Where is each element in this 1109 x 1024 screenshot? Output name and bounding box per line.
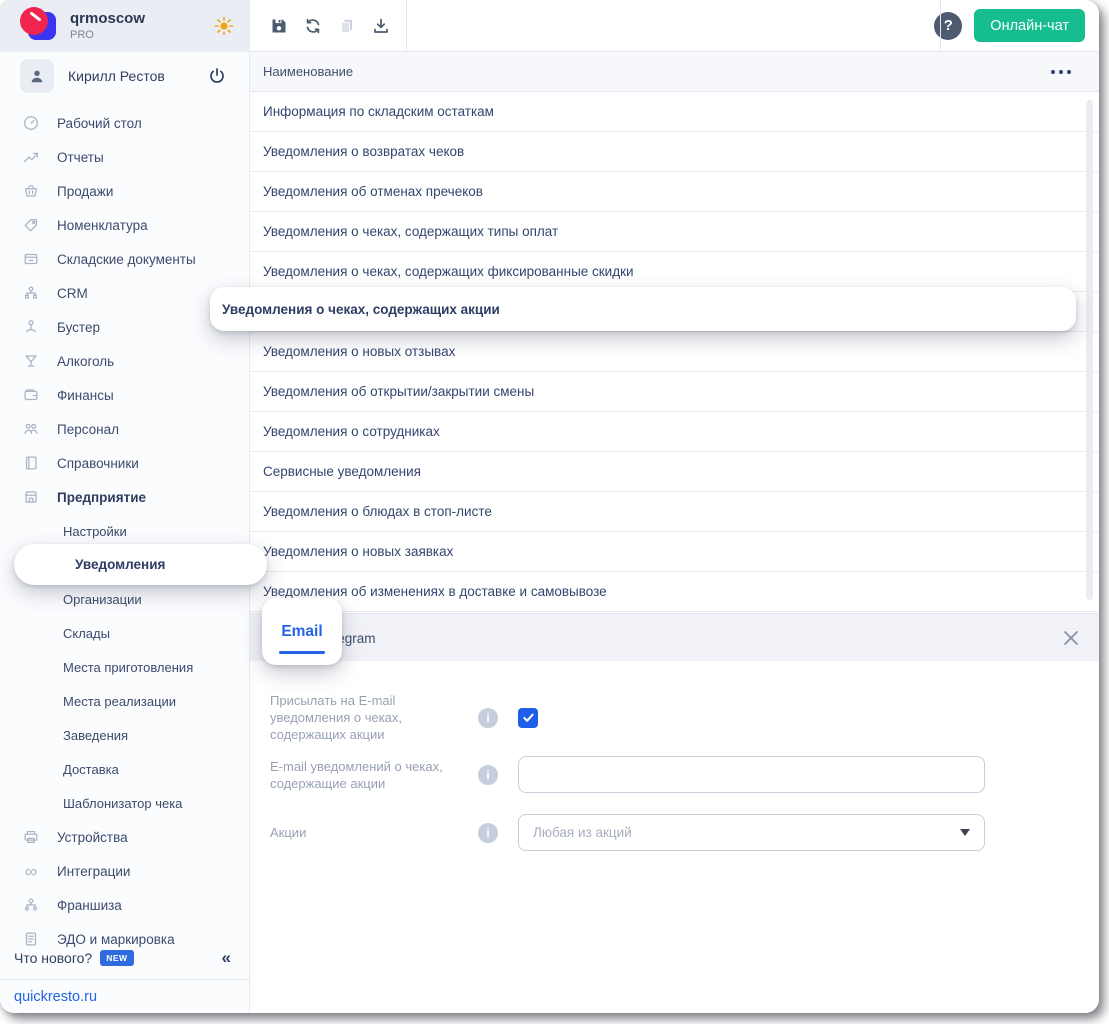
table-row[interactable]: Информация по складским остаткам <box>250 92 1099 132</box>
field-label: E-mail уведомлений о чеках, содержащие а… <box>270 758 443 791</box>
column-header-name: Наименование <box>263 64 354 79</box>
sidebar-menu: Рабочий стол Отчеты Продажи Номенклатура… <box>0 100 249 956</box>
notification-panel-tabs: Telegram <box>250 613 1099 661</box>
dropdown-caret-icon <box>960 829 970 836</box>
table-row[interactable]: Уведомления о новых заявках <box>250 532 1099 572</box>
info-icon[interactable]: i <box>478 707 498 728</box>
table-row[interactable]: Уведомления о новых отзывах <box>250 332 1099 372</box>
sidebar-item-franchise[interactable]: Франшиза <box>0 888 249 922</box>
form-row-email: E-mail уведомлений о чеках, содержащие а… <box>270 756 985 793</box>
sidebar-item-enterprise[interactable]: Предприятие <box>0 480 249 514</box>
sidebar-subitem-delivery[interactable]: Доставка <box>0 752 249 786</box>
sidebar-item-devices[interactable]: Устройства <box>0 820 249 854</box>
table-row[interactable]: Уведомления об отменах пречеков <box>250 172 1099 212</box>
brand-name: qrmoscow <box>70 10 146 28</box>
sidebar-item-integrations[interactable]: ∞ Интеграции <box>0 854 249 888</box>
sidebar: qrmoscow PRO Кирилл Рестов Рабочий стол … <box>0 0 250 1013</box>
martini-glass-icon <box>25 355 37 367</box>
tab-email-active[interactable]: Email <box>262 598 342 665</box>
notification-panel-body: Присылать на E-mail уведомления о чеках,… <box>250 661 1099 1013</box>
table-row[interactable]: Уведомления о возвратах чеков <box>250 132 1099 172</box>
sidebar-subitem-organizations[interactable]: Организации <box>0 582 249 616</box>
form-row-send-email: Присылать на E-mail уведомления о чеках,… <box>270 692 538 743</box>
sidebar-subitem-prep-places[interactable]: Места приготовления <box>0 650 249 684</box>
infinity-icon: ∞ <box>24 861 38 881</box>
org-chart-icon <box>24 286 38 299</box>
franchise-network-icon <box>24 898 38 911</box>
sidebar-subitem-notifications-active[interactable]: Уведомления <box>14 544 267 585</box>
download-button[interactable] <box>364 9 398 43</box>
app-logo <box>20 7 60 45</box>
sidebar-subitem-settings[interactable]: Настройки <box>0 514 249 548</box>
sidebar-item-finance[interactable]: Финансы <box>0 378 249 412</box>
table-row[interactable]: Уведомления о чеках, содержащих фиксиров… <box>250 252 1099 292</box>
table-menu-dots-icon[interactable] <box>1051 69 1071 74</box>
table-row[interactable]: Уведомления о чеках, содержащих типы опл… <box>250 212 1099 252</box>
wallet-icon <box>24 389 38 401</box>
help-button[interactable]: ? <box>934 11 963 40</box>
sidebar-subitem-venues[interactable]: Заведения <box>0 718 249 752</box>
info-icon[interactable]: i <box>478 764 498 785</box>
field-label: Присылать на E-mail уведомления о чеках,… <box>270 693 403 742</box>
app-window: qrmoscow PRO Кирилл Рестов Рабочий стол … <box>0 0 1099 1013</box>
table-row[interactable]: Уведомления об открытии/закрытии смены <box>250 372 1099 412</box>
brand-plan: PRO <box>70 28 94 41</box>
sidebar-header: qrmoscow PRO <box>0 0 249 52</box>
close-panel-icon[interactable] <box>1061 628 1081 648</box>
sidebar-item-sales[interactable]: Продажи <box>0 174 249 208</box>
main-area: ? Онлайн-чат Наименование Информация по … <box>250 0 1099 1013</box>
sidebar-item-nomenclature[interactable]: Номенклатура <box>0 208 249 242</box>
sidebar-subitem-receipt-template[interactable]: Шаблонизатор чека <box>0 786 249 820</box>
whats-new-link[interactable]: Что нового? <box>14 950 92 966</box>
sidebar-subitem-sale-places[interactable]: Места реализации <box>0 684 249 718</box>
table-row[interactable]: Уведомления о сотрудниках <box>250 412 1099 452</box>
table-row[interactable]: Уведомления об изменениях в доставке и с… <box>250 572 1099 612</box>
send-email-checkbox[interactable] <box>518 707 538 728</box>
table-row[interactable]: Сервисные уведомления <box>250 452 1099 492</box>
logout-power-icon[interactable] <box>207 66 227 86</box>
toolbar: ? Онлайн-чат <box>250 0 1099 52</box>
quickresto-link[interactable]: quickresto.ru <box>14 989 97 1005</box>
table-header: Наименование <box>250 52 1099 92</box>
select-placeholder: Любая из акций <box>533 825 632 840</box>
user-row: Кирилл Рестов <box>0 52 249 100</box>
email-input[interactable] <box>518 756 985 793</box>
sidebar-item-alcohol[interactable]: Алкоголь <box>0 344 249 378</box>
chart-icon <box>24 152 38 163</box>
people-icon <box>24 423 38 435</box>
basket-icon <box>24 184 38 197</box>
sidebar-item-dashboard[interactable]: Рабочий стол <box>0 106 249 140</box>
info-icon[interactable]: i <box>478 822 498 843</box>
printer-icon <box>24 830 38 844</box>
dashboard-icon <box>24 116 38 130</box>
refresh-button[interactable] <box>296 9 330 43</box>
book-icon <box>25 456 37 470</box>
online-chat-button[interactable]: Онлайн-чат <box>974 9 1085 42</box>
new-badge: NEW <box>100 950 134 966</box>
user-avatar-icon <box>20 59 54 93</box>
box-icon <box>24 253 38 265</box>
save-button[interactable] <box>262 9 296 43</box>
table-rows: Информация по складским остаткам Уведомл… <box>250 92 1099 612</box>
sidebar-subitem-warehouses[interactable]: Склады <box>0 616 249 650</box>
sidebar-item-warehouse-docs[interactable]: Складские документы <box>0 242 249 276</box>
theme-sun-icon[interactable] <box>213 15 235 37</box>
table-row[interactable]: Уведомления о блюдах в стоп-листе <box>250 492 1099 532</box>
sidebar-item-personnel[interactable]: Персонал <box>0 412 249 446</box>
collapse-sidebar-icon[interactable]: « <box>222 948 231 968</box>
active-tab-underline <box>279 651 325 654</box>
promotions-select[interactable]: Любая из акций <box>518 814 985 851</box>
tag-icon <box>24 218 38 232</box>
user-name: Кирилл Рестов <box>68 68 165 84</box>
storefront-icon <box>24 491 38 503</box>
sidebar-item-reports[interactable]: Отчеты <box>0 140 249 174</box>
field-label: Акции <box>270 825 307 840</box>
whats-new-row: Что нового? NEW « <box>0 943 249 973</box>
vertical-scrollbar[interactable] <box>1086 100 1093 600</box>
sidebar-item-directories[interactable]: Справочники <box>0 446 249 480</box>
copy-button[interactable] <box>330 9 364 43</box>
form-row-promotions: Акции i Любая из акций <box>270 814 985 851</box>
joystick-icon <box>26 320 36 333</box>
table-row-highlighted[interactable]: Уведомления о чеках, содержащих акции <box>210 287 1076 331</box>
